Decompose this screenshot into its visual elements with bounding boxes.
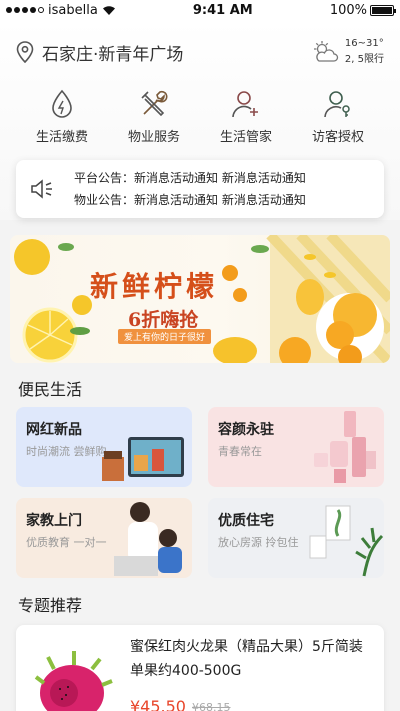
- carrier-name: isabella: [48, 2, 98, 18]
- location-name: 石家庄·新青年广场: [42, 44, 184, 65]
- location-pin-icon: [16, 41, 34, 63]
- property-announcement[interactable]: 物业公告：新消息活动通知 新消息活动通知: [74, 189, 306, 211]
- location-selector[interactable]: 石家庄·新青年广场: [16, 40, 183, 65]
- product-card[interactable]: 蜜保红肉火龙果（精品大果）5斤简装 单果约400-500G ¥45.50 ¥68…: [16, 625, 384, 711]
- banner-tag: 爱上有你的日子很好: [118, 329, 212, 344]
- wifi-icon: [102, 5, 115, 15]
- service-label: 访客授权: [311, 130, 364, 145]
- cosmetics-illustration: [314, 411, 376, 483]
- visitor-key-icon: [322, 88, 354, 120]
- product-old-price: ¥68.15: [192, 701, 231, 711]
- banner-title: 新鲜柠檬: [90, 270, 219, 303]
- add-user-icon: [230, 88, 262, 120]
- service-property[interactable]: 物业服务: [110, 88, 198, 145]
- product-name: 蜜保红肉火龙果（精品大果）5斤简装 单果约400-500G: [130, 639, 363, 679]
- plant-frame-illustration: [309, 505, 384, 577]
- service-utility-payment[interactable]: 生活缴费: [18, 88, 106, 145]
- card-home-tutoring[interactable]: 家教上门 优质教育 一对一: [16, 498, 192, 578]
- service-label: 生活管家: [219, 130, 272, 145]
- card-beauty[interactable]: 容颜永驻 青春常在: [208, 407, 384, 487]
- product-price: ¥45.50: [130, 697, 186, 711]
- clock: 9:41 AM: [192, 2, 253, 18]
- section-title-convenience: 便民生活: [18, 380, 83, 399]
- card-trending-products[interactable]: 网红新品 时尚潮流 尝鲜购: [16, 407, 192, 487]
- temperature-range: 16~31°: [344, 38, 384, 49]
- promo-banner[interactable]: 新鲜柠檬 6折嗨抢 爱上有你的日子很好: [10, 235, 390, 363]
- speaker-icon: [31, 179, 52, 199]
- service-label: 物业服务: [127, 130, 180, 145]
- announcement-card[interactable]: 平台公告：新消息活动通知 新消息活动通知 物业公告：新消息活动通知 新消息活动通…: [16, 160, 384, 218]
- service-label: 生活缴费: [35, 130, 88, 145]
- traffic-limit: 2, 5限行: [344, 54, 384, 65]
- service-grid: 生活缴费 物业服务 生活管家 访客授权: [16, 84, 384, 145]
- section-title-featured: 专题推荐: [18, 596, 83, 615]
- platform-announcement[interactable]: 平台公告：新消息活动通知 新消息活动通知: [74, 167, 306, 189]
- card-housing[interactable]: 优质住宅 放心房源 拎包住: [208, 498, 384, 578]
- tools-icon: [138, 88, 170, 120]
- battery-percent: 100%: [329, 2, 367, 18]
- dragon-fruit-image: [34, 651, 113, 711]
- tablet-illustration: [102, 437, 184, 481]
- service-visitor[interactable]: 访客授权: [294, 88, 382, 145]
- weather-widget[interactable]: 16~31° 2, 5限行: [311, 36, 384, 68]
- banner-subtitle: 6折嗨抢: [128, 309, 199, 331]
- service-butler[interactable]: 生活管家: [202, 88, 290, 145]
- utility-payment-icon: [46, 88, 78, 120]
- status-bar: isabella 9:41 AM 100%: [0, 0, 400, 20]
- battery-icon: [369, 4, 396, 16]
- signal-icon: [6, 7, 44, 13]
- tutoring-illustration: [114, 502, 182, 576]
- partly-cloudy-icon: [313, 41, 339, 62]
